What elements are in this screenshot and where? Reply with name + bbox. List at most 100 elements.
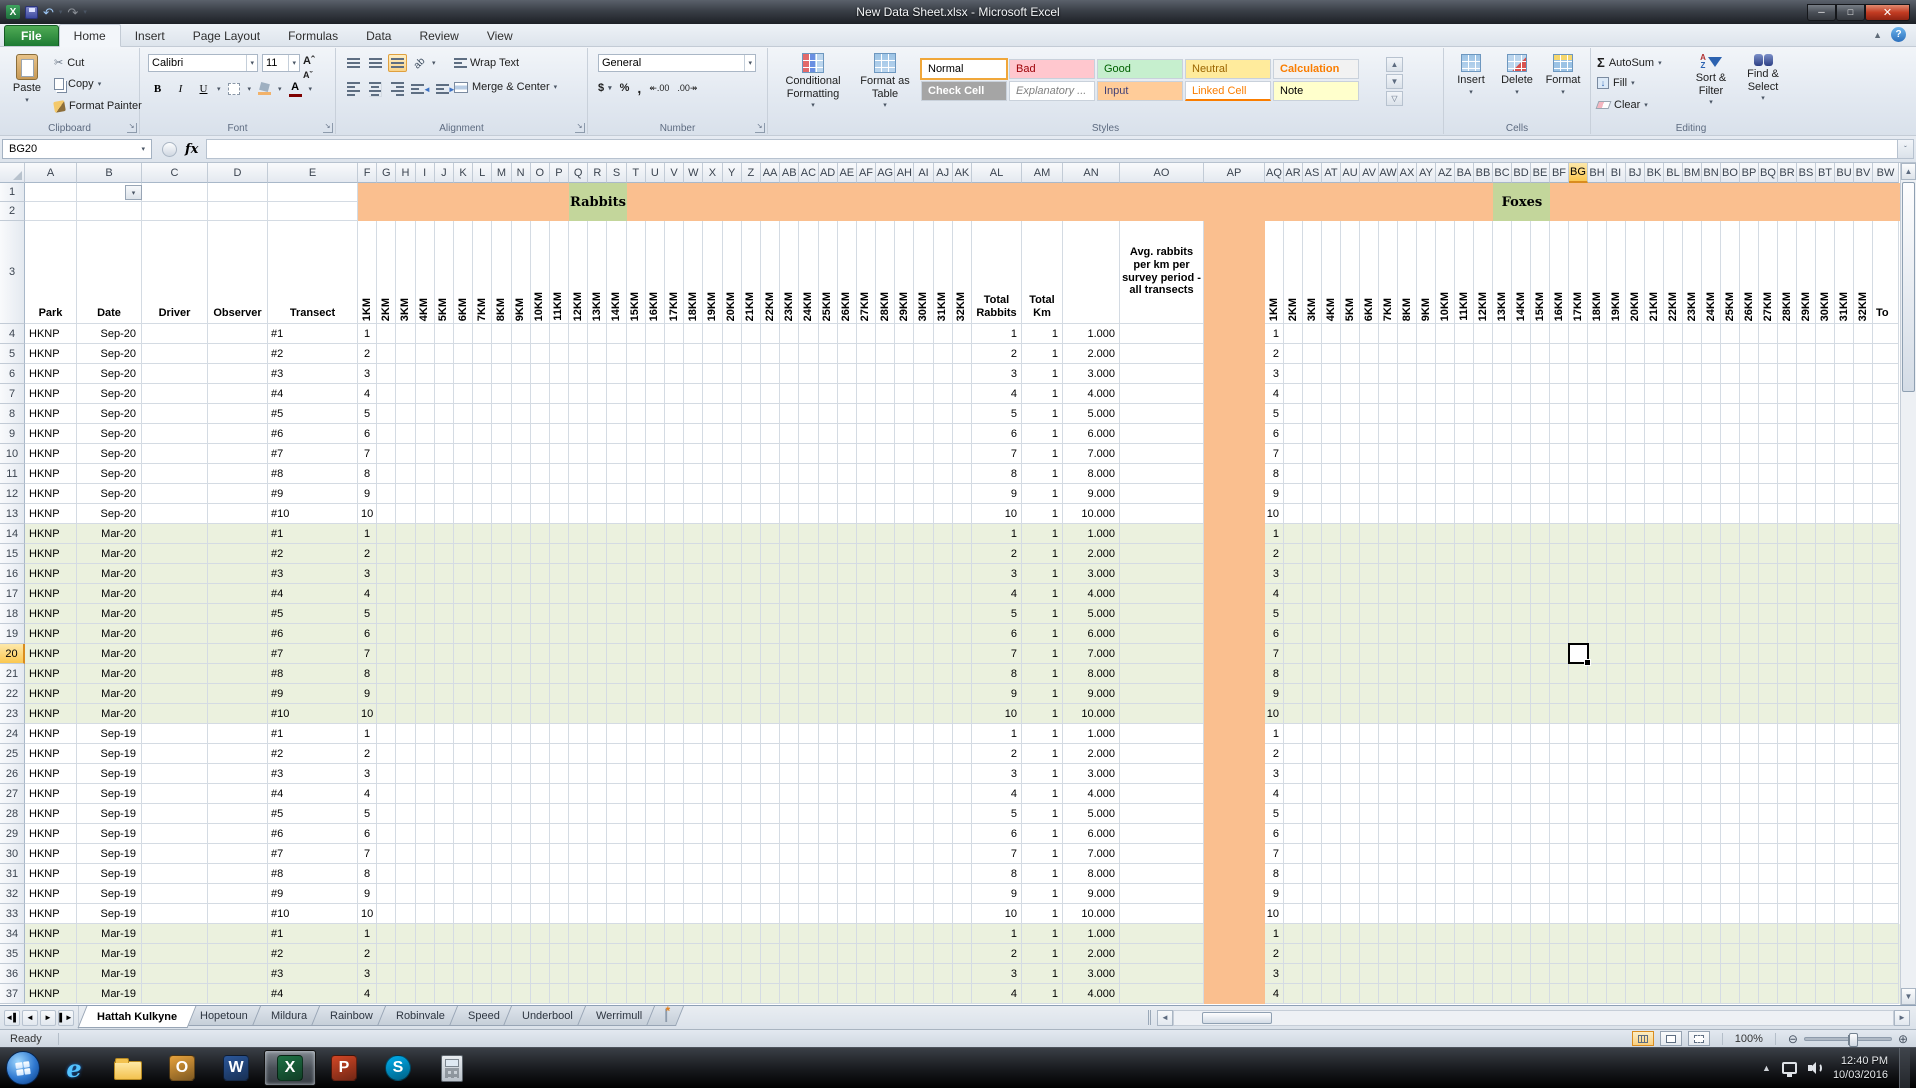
- cell[interactable]: [684, 864, 703, 884]
- cell[interactable]: [531, 584, 550, 604]
- cell[interactable]: [416, 584, 435, 604]
- cell[interactable]: [569, 984, 588, 1004]
- cell[interactable]: [857, 444, 876, 464]
- cell[interactable]: [1854, 724, 1873, 744]
- cell[interactable]: [1474, 704, 1493, 724]
- cell[interactable]: [1417, 724, 1436, 744]
- cell[interactable]: [1417, 344, 1436, 364]
- cell[interactable]: [857, 424, 876, 444]
- cell[interactable]: [454, 844, 473, 864]
- cell[interactable]: [1341, 824, 1360, 844]
- cell[interactable]: [703, 444, 722, 464]
- cell[interactable]: HKNP: [25, 784, 77, 804]
- cell[interactable]: [588, 444, 607, 464]
- cell[interactable]: [531, 884, 550, 904]
- cell[interactable]: [1417, 764, 1436, 784]
- cell[interactable]: [684, 984, 703, 1004]
- cell[interactable]: [531, 724, 550, 744]
- cell[interactable]: [934, 864, 953, 884]
- cell[interactable]: [1512, 864, 1531, 884]
- cell[interactable]: [895, 564, 914, 584]
- cell[interactable]: [1740, 984, 1759, 1004]
- cell[interactable]: 1: [1022, 364, 1063, 384]
- cell[interactable]: [1569, 744, 1588, 764]
- cell[interactable]: [1721, 624, 1740, 644]
- cell[interactable]: [1303, 804, 1322, 824]
- align-left-icon[interactable]: [344, 80, 363, 98]
- cell[interactable]: [454, 784, 473, 804]
- cell[interactable]: [646, 584, 665, 604]
- column-header-AV[interactable]: AV: [1360, 163, 1379, 183]
- cell[interactable]: [1721, 404, 1740, 424]
- cell[interactable]: [723, 504, 742, 524]
- cell[interactable]: [473, 484, 492, 504]
- column-header-AO[interactable]: AO: [1120, 163, 1204, 183]
- cell[interactable]: [665, 564, 684, 584]
- cell[interactable]: 3: [358, 564, 377, 584]
- cell[interactable]: [473, 324, 492, 344]
- cell[interactable]: [396, 984, 415, 1004]
- cell[interactable]: 1: [1022, 924, 1063, 944]
- cell[interactable]: [416, 884, 435, 904]
- cell[interactable]: [1664, 504, 1683, 524]
- cell[interactable]: [1740, 664, 1759, 684]
- number-dialog-launcher-icon[interactable]: ↘: [755, 123, 765, 133]
- cell[interactable]: [377, 844, 396, 864]
- cell[interactable]: [1322, 524, 1341, 544]
- cell[interactable]: #2: [268, 744, 358, 764]
- cell[interactable]: [1284, 524, 1303, 544]
- cell[interactable]: [142, 424, 208, 444]
- cell[interactable]: [1417, 844, 1436, 864]
- cell[interactable]: [1778, 544, 1797, 564]
- cell[interactable]: [1835, 424, 1854, 444]
- cell[interactable]: [1854, 644, 1873, 664]
- cell[interactable]: [377, 924, 396, 944]
- cell[interactable]: 4: [972, 584, 1022, 604]
- column-header-N[interactable]: N: [512, 163, 531, 183]
- cell[interactable]: [1455, 564, 1474, 584]
- column-header-S[interactable]: S: [607, 163, 626, 183]
- cell[interactable]: [914, 404, 933, 424]
- cell[interactable]: [377, 864, 396, 884]
- cell[interactable]: [607, 564, 626, 584]
- cell[interactable]: [1797, 684, 1816, 704]
- cell[interactable]: [1550, 824, 1569, 844]
- cell[interactable]: [512, 804, 531, 824]
- cell[interactable]: [1531, 884, 1550, 904]
- cell[interactable]: [819, 564, 838, 584]
- cell[interactable]: [1797, 544, 1816, 564]
- cell[interactable]: [550, 524, 569, 544]
- cell[interactable]: [761, 764, 780, 784]
- cell[interactable]: HKNP: [25, 944, 77, 964]
- cell[interactable]: [377, 984, 396, 1004]
- cell[interactable]: #7: [268, 844, 358, 864]
- cell[interactable]: [895, 824, 914, 844]
- cell[interactable]: [895, 404, 914, 424]
- cell[interactable]: [142, 404, 208, 424]
- cell[interactable]: [857, 784, 876, 804]
- cell[interactable]: [1721, 684, 1740, 704]
- cell[interactable]: [799, 564, 818, 584]
- cell[interactable]: 1: [972, 924, 1022, 944]
- cell[interactable]: [1664, 664, 1683, 684]
- cell[interactable]: [627, 464, 646, 484]
- cell[interactable]: [1322, 464, 1341, 484]
- cell[interactable]: [1303, 824, 1322, 844]
- cell[interactable]: [1835, 384, 1854, 404]
- align-right-icon[interactable]: [388, 80, 407, 98]
- cell[interactable]: [1626, 544, 1645, 564]
- cell[interactable]: [1417, 524, 1436, 544]
- cell[interactable]: [1512, 364, 1531, 384]
- cell[interactable]: Sep-20: [77, 464, 142, 484]
- cell[interactable]: [1531, 944, 1550, 964]
- cell[interactable]: 3: [358, 764, 377, 784]
- column-header-AT[interactable]: AT: [1322, 163, 1341, 183]
- cell[interactable]: [1683, 464, 1702, 484]
- cell[interactable]: [914, 724, 933, 744]
- row-header-27[interactable]: 27: [0, 784, 25, 804]
- cell[interactable]: [1398, 884, 1417, 904]
- cell[interactable]: [1740, 424, 1759, 444]
- merge-center-dropdown-icon[interactable]: ▾: [554, 83, 558, 91]
- cell[interactable]: [550, 404, 569, 424]
- cell[interactable]: [1721, 424, 1740, 444]
